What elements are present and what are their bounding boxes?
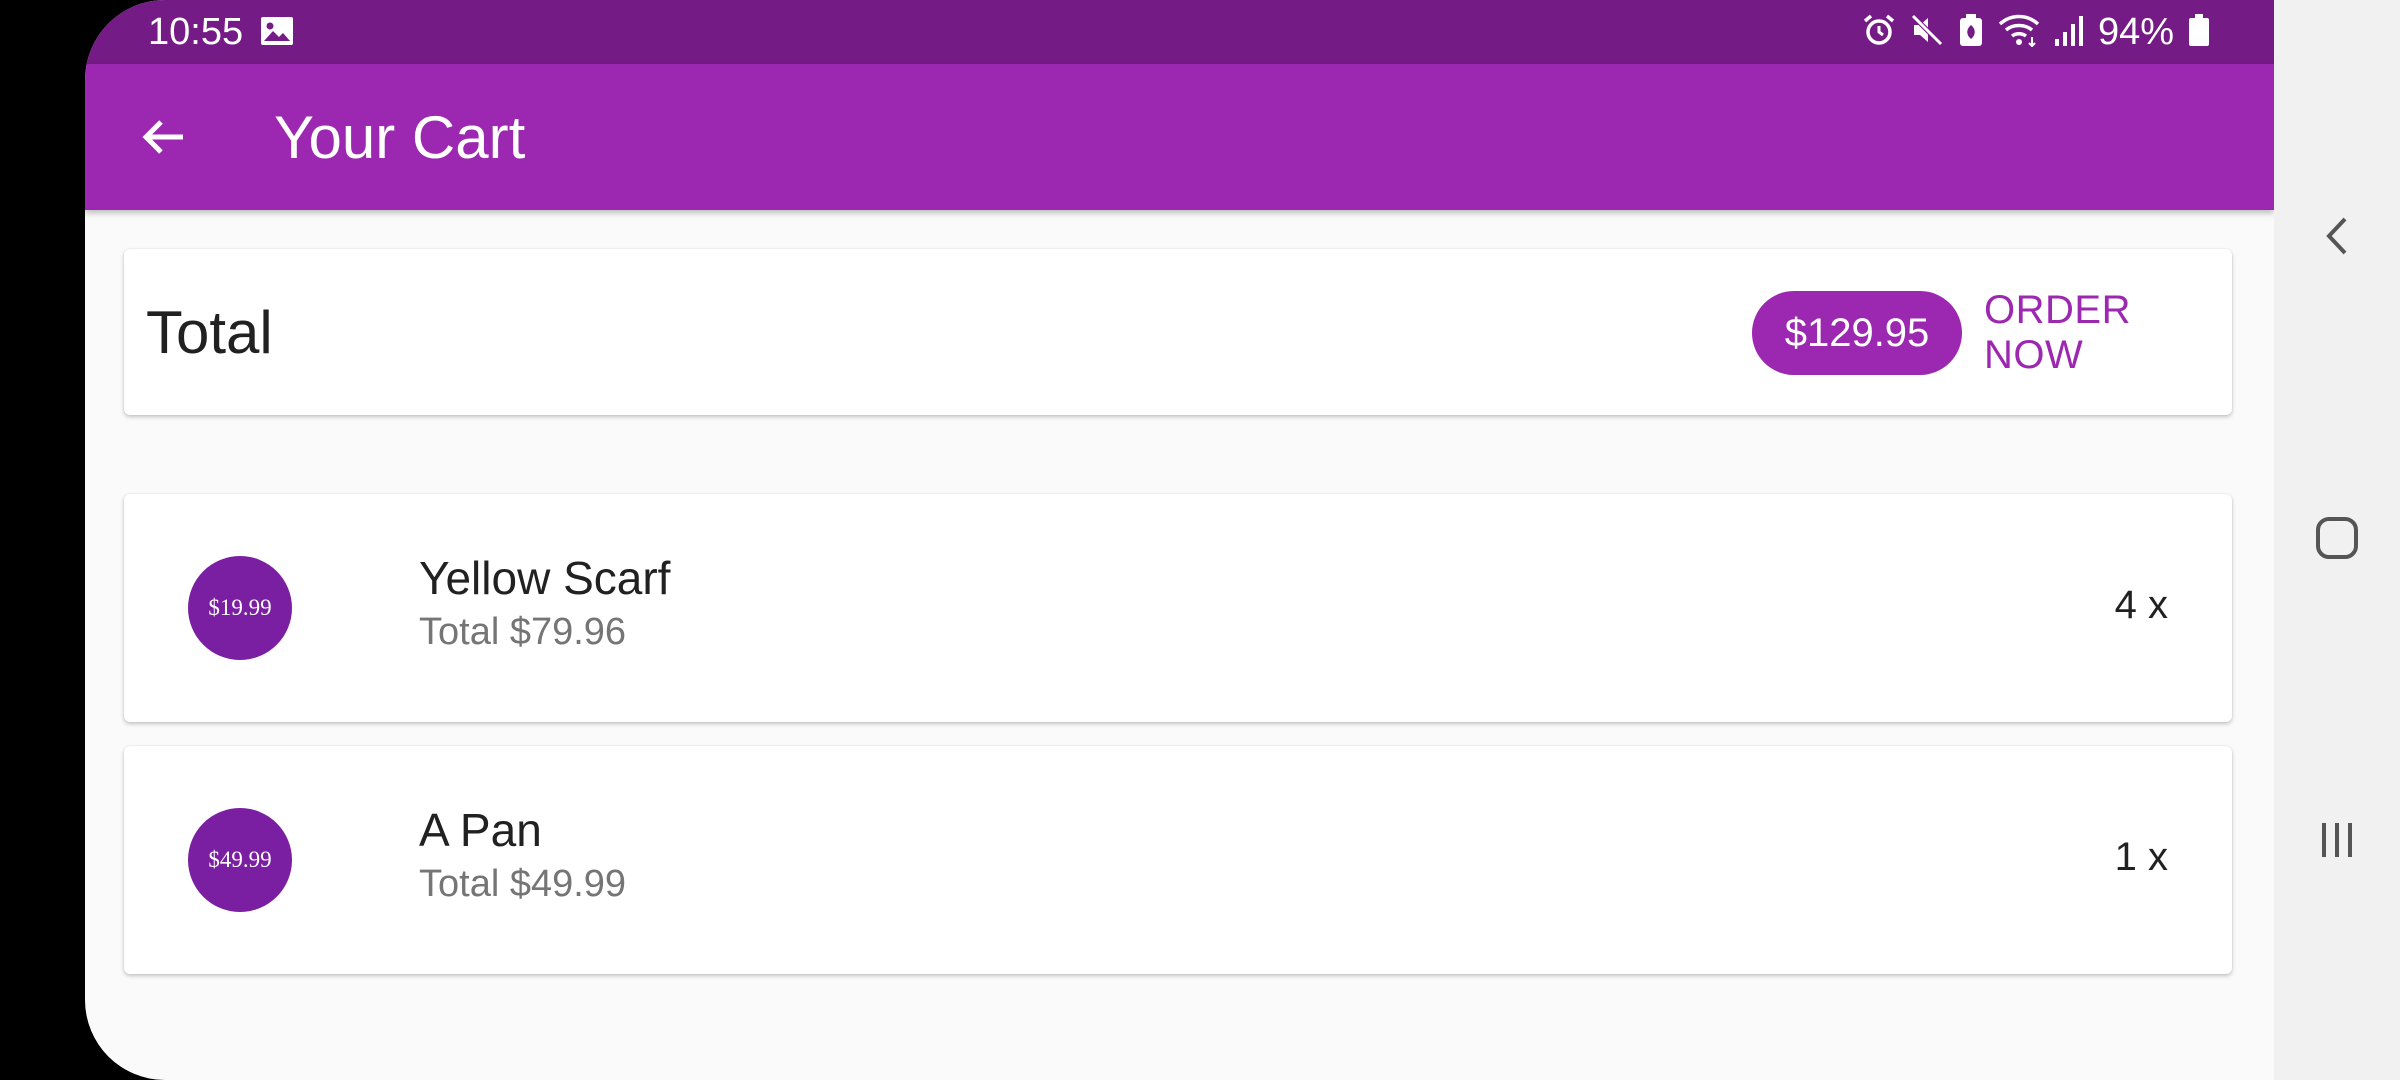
battery-saver-icon [1958,13,1984,52]
status-time: 10:55 [148,11,244,53]
total-amount-chip: $129.95 [1752,291,1962,375]
back-button[interactable] [125,99,201,175]
wifi-icon [1998,13,2040,52]
signal-icon [2054,13,2084,52]
item-quantity: 1 x [2114,835,2168,879]
arrow-back-icon [142,120,183,154]
item-title: Yellow Scarf [419,552,671,604]
battery-percent: 94% [2097,11,2174,53]
item-quantity: 4 x [2114,583,2168,627]
total-label: Total [146,299,273,366]
mute-icon [1910,13,1944,52]
app-screen: 10:55 94% Your Cart Total $129.95 ORDER … [85,0,2274,1080]
nav-back-button[interactable] [2297,196,2377,276]
battery-icon [2188,13,2210,52]
item-price-avatar: $19.99 [188,556,292,660]
system-nav-bar [2274,0,2400,1080]
home-icon [2316,517,2358,559]
status-bar: 10:55 94% [85,0,2274,64]
item-title: A Pan [419,804,542,856]
page-title: Your Cart [274,104,526,171]
order-now-button[interactable]: ORDER NOW [1984,288,2214,377]
nav-home-button[interactable] [2297,498,2377,578]
item-total: Total $79.96 [419,611,627,653]
cart-summary-card: Total $129.95 ORDER NOW [124,249,2232,415]
item-total: Total $49.99 [419,863,627,905]
nav-recents-button[interactable] [2297,800,2377,880]
device-frame: 10:55 94% Your Cart Total $129.95 ORDER … [85,0,2400,1080]
app-bar: Your Cart [85,64,2274,210]
item-price-avatar: $49.99 [188,808,292,912]
recents-icon [2322,823,2352,857]
status-icons: 94% [1862,8,2210,56]
cart-item: $49.99 A Pan Total $49.99 1 x [124,746,2232,974]
image-icon [260,16,294,51]
back-icon [2326,217,2347,255]
alarm-icon [1862,13,1896,52]
cart-item: $19.99 Yellow Scarf Total $79.96 4 x [124,494,2232,722]
